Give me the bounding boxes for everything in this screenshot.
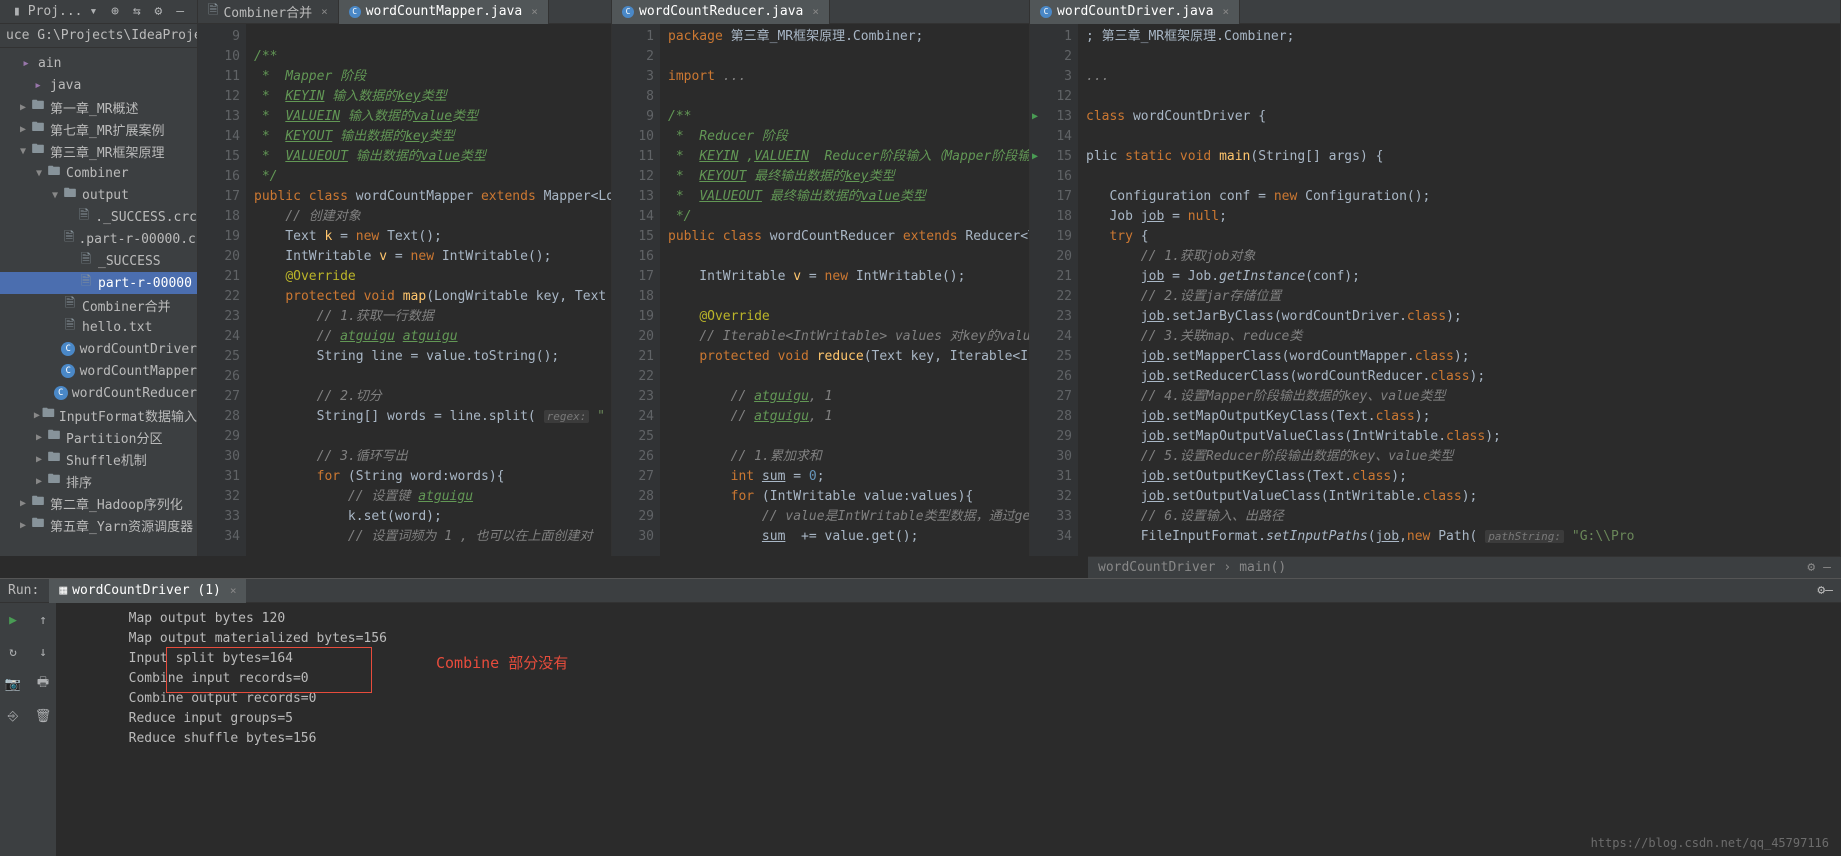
breadcrumb[interactable]: wordCountDriver › main() ⚙ — xyxy=(1088,556,1841,578)
hide-icon[interactable]: — xyxy=(171,3,189,21)
editor-tab[interactable]: CwordCountReducer.java× xyxy=(612,0,830,24)
breadcrumb-class[interactable]: wordCountDriver xyxy=(1098,560,1215,575)
run-label: Run: xyxy=(8,583,39,598)
tree-item[interactable]: 🗎.part-r-00000.crc xyxy=(0,228,197,250)
run-panel: Run: ▦ wordCountDriver (1) × ⚙ — ▶ ↻ 📷 ⎆… xyxy=(0,578,1841,856)
tree-item[interactable]: ▶🖿第五章_Yarn资源调度器 xyxy=(0,514,197,536)
tree-item[interactable]: ▶🖿第一章_MR概述 xyxy=(0,96,197,118)
project-title[interactable]: Proj... xyxy=(28,4,83,19)
annotation-text: Combine 部分没有 xyxy=(436,653,568,673)
run-icon: ▦ xyxy=(59,583,67,598)
gear-icon[interactable]: ⚙ xyxy=(150,3,168,21)
tree-item[interactable]: 🗎_SUCCESS xyxy=(0,250,197,272)
dropdown-icon[interactable]: ▾ xyxy=(85,3,103,21)
run-tools: ▶ ↻ 📷 ⎆ ↑ ↓ 🖶 🗑 xyxy=(0,603,56,856)
tree-item[interactable]: ▶🖿第七章_MR扩展案例 xyxy=(0,118,197,140)
tree-item[interactable]: 🗎._SUCCESS.crc xyxy=(0,206,197,228)
run-header: Run: ▦ wordCountDriver (1) × ⚙ — xyxy=(0,579,1841,603)
tabs-2[interactable]: CwordCountReducer.java× xyxy=(612,0,1029,24)
project-path: uce G:\Projects\IdeaProject-C\ xyxy=(0,24,197,48)
code-2[interactable]: package 第三章_MR框架原理.Combiner; import ... … xyxy=(660,24,1029,556)
tree-item[interactable]: 🗎part-r-00000 xyxy=(0,272,197,294)
print-icon[interactable]: 🖶 xyxy=(32,673,54,695)
close-icon[interactable]: × xyxy=(321,5,328,18)
project-tree[interactable]: ▸ain▸java▶🖿第一章_MR概述▶🖿第七章_MR扩展案例▼🖿第三章_MR框… xyxy=(0,48,197,556)
tree-item[interactable]: ▼🖿output xyxy=(0,184,197,206)
locate-icon[interactable]: ⊕ xyxy=(106,3,124,21)
tree-item[interactable]: CwordCountDriver xyxy=(0,338,197,360)
delete-icon[interactable]: 🗑 xyxy=(32,705,54,727)
hide-icon[interactable]: — xyxy=(1823,560,1831,575)
annotation-box xyxy=(166,647,372,693)
tabs-1[interactable]: 🗎Combiner合并×CwordCountMapper.java× xyxy=(198,0,611,24)
up-icon[interactable]: ↑ xyxy=(32,609,54,631)
tree-item[interactable]: ▶🖿排序 xyxy=(0,470,197,492)
project-sidebar: ▮ Proj... ▾ ⊕ ⇆ ⚙ — uce G:\Projects\Idea… xyxy=(0,0,198,556)
tree-item[interactable]: ▶🖿第二章_Hadoop序列化 xyxy=(0,492,197,514)
tree-item[interactable]: 🗎hello.txt xyxy=(0,316,197,338)
tree-item[interactable]: ▶🖿Shuffle机制 xyxy=(0,448,197,470)
tree-item[interactable]: ▸ain xyxy=(0,52,197,74)
editor-tab[interactable]: CwordCountMapper.java× xyxy=(339,0,549,24)
tree-item[interactable]: ▼🖿第三章_MR框架原理 xyxy=(0,140,197,162)
editor-group: 🗎Combiner合并×CwordCountMapper.java× 91011… xyxy=(198,0,1841,556)
down-icon[interactable]: ↓ xyxy=(32,641,54,663)
editor-tab[interactable]: CwordCountDriver.java× xyxy=(1030,0,1240,24)
tree-item[interactable]: CwordCountReducer xyxy=(0,382,197,404)
hide-icon[interactable]: — xyxy=(1825,583,1833,598)
console-output[interactable]: Map output bytes 120 Map output material… xyxy=(56,603,1841,856)
tree-item[interactable]: ▸java xyxy=(0,74,197,96)
editor-1: 🗎Combiner合并×CwordCountMapper.java× 91011… xyxy=(198,0,612,556)
editor-3: CwordCountDriver.java× 12312▶1314▶151617… xyxy=(1030,0,1841,556)
tree-item[interactable]: 🗎Combiner合并 xyxy=(0,294,197,316)
run-icon[interactable]: ▶ xyxy=(2,609,24,631)
camera-icon[interactable]: 📷 xyxy=(2,673,24,695)
gear-icon[interactable]: ⚙ xyxy=(1807,560,1815,575)
exit-icon[interactable]: ⎆ xyxy=(2,705,24,727)
folder-icon: ▮ xyxy=(8,3,26,21)
close-icon[interactable]: × xyxy=(230,584,237,597)
close-icon[interactable]: × xyxy=(531,5,538,18)
editor-tab[interactable]: 🗎Combiner合并× xyxy=(198,0,339,24)
run-tab[interactable]: ▦ wordCountDriver (1) × xyxy=(49,579,246,603)
code-3[interactable]: ; 第三章_MR框架原理.Combiner; ... class wordCou… xyxy=(1078,24,1840,556)
tree-item[interactable]: ▶🖿Partition分区 xyxy=(0,426,197,448)
stop-icon[interactable]: ↻ xyxy=(2,641,24,663)
tabs-3[interactable]: CwordCountDriver.java× xyxy=(1030,0,1840,24)
close-icon[interactable]: × xyxy=(1223,5,1230,18)
project-toolbar: ▮ Proj... ▾ ⊕ ⇆ ⚙ — xyxy=(0,0,197,24)
editor-2: CwordCountReducer.java× 1238910111213141… xyxy=(612,0,1030,556)
tree-item[interactable]: ▶🖿InputFormat数据输入 xyxy=(0,404,197,426)
gear-icon[interactable]: ⚙ xyxy=(1817,583,1825,598)
breadcrumb-method[interactable]: main() xyxy=(1239,560,1286,575)
close-icon[interactable]: × xyxy=(812,5,819,18)
collapse-icon[interactable]: ⇆ xyxy=(128,3,146,21)
watermark: https://blog.csdn.net/qq_45797116 xyxy=(1591,836,1829,850)
tree-item[interactable]: CwordCountMapper xyxy=(0,360,197,382)
tree-item[interactable]: ▼🖿Combiner xyxy=(0,162,197,184)
code-1[interactable]: /** * Mapper 阶段 * KEYIN 输入数据的key类型 * VAL… xyxy=(246,24,611,556)
